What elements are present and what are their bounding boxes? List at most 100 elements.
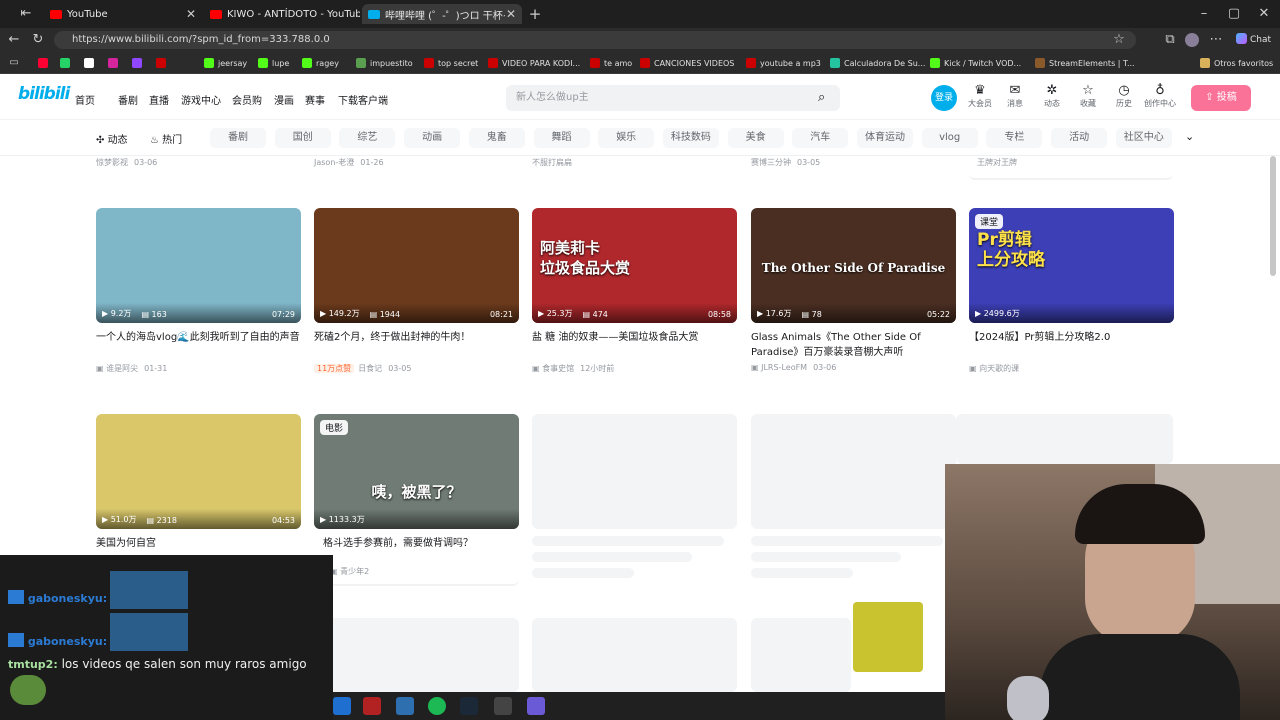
category-tab[interactable]: 综艺 [339, 128, 396, 148]
nav-item[interactable]: 首页 [75, 92, 95, 107]
nav-item[interactable]: 游戏中心 [181, 92, 221, 107]
category-tab[interactable]: 体育运动 [857, 128, 913, 148]
header-icon-item[interactable]: ✲ 动态 [1035, 84, 1069, 109]
bookmark-item[interactable]: te amo [590, 56, 632, 70]
obs-icon[interactable] [494, 697, 512, 715]
header-icon-item[interactable]: ✉ 消息 [998, 84, 1032, 109]
nav-item[interactable]: 直播 [149, 92, 169, 107]
profile-avatar[interactable] [1185, 33, 1199, 47]
bookmark-item[interactable]: StreamElements | T... [1035, 56, 1135, 70]
extensions-icon[interactable]: ⧉ [1162, 32, 1178, 48]
bookmark-item[interactable]: ragey [302, 56, 339, 70]
header-icon-item[interactable]: ♛ 大会员 [963, 84, 997, 109]
bookmark-item[interactable]: CANCIONES VIDEOS [640, 56, 734, 70]
close-icon[interactable]: ✕ [506, 7, 516, 21]
login-button[interactable]: 登录 [931, 85, 957, 111]
card-meta[interactable]: Jason-老澄 01-26 [314, 157, 384, 168]
search-icon[interactable]: ⌕ [818, 90, 825, 105]
bookmark-item[interactable] [60, 56, 74, 70]
category-tab[interactable]: 国创 [274, 128, 331, 148]
bookmark-item[interactable]: youtube a mp3 [746, 56, 821, 70]
apps-icon[interactable]: ▭ [6, 55, 22, 71]
category-tab[interactable]: 番剧 [210, 128, 266, 148]
upload-button[interactable]: ⇪ 投稿 [1191, 85, 1251, 111]
maximize-icon[interactable]: ▢ [1226, 6, 1242, 22]
nav-item[interactable]: 会员购 [232, 92, 262, 107]
bookmark-item[interactable] [132, 56, 146, 70]
video-title[interactable]: 一个人的海岛vlog🌊此刻我听到了自由的声音 [96, 330, 301, 345]
video-thumbnail[interactable]: ▶ 9.2万 ▤ 163 07:29 [96, 208, 301, 323]
video-master-icon[interactable] [363, 697, 381, 715]
bookmark-item[interactable]: Kick / Twitch VOD... [930, 56, 1021, 70]
bookmark-item[interactable]: Calculadora De Su... [830, 56, 925, 70]
bookmark-item[interactable]: jeersay [204, 56, 247, 70]
video-thumbnail[interactable]: ▶ 51.0万 ▤ 2318 04:53 [96, 414, 301, 529]
video-thumbnail[interactable]: The Other Side Of Paradise ▶ 17.6万 ▤ 78 05:… [751, 208, 956, 323]
url-input[interactable]: https://www.bilibili.com/?spm_id_from=33… [54, 31, 1136, 49]
steam-icon[interactable] [460, 697, 478, 715]
bookmark-item[interactable] [38, 56, 52, 70]
search-input[interactable]: 新人怎么做up主 [506, 85, 840, 111]
edge-icon[interactable] [333, 697, 351, 715]
nav-item[interactable]: 赛事 [305, 92, 325, 107]
category-tab[interactable]: 动画 [404, 128, 461, 148]
author-name[interactable]: JLRS-LeoFM [761, 363, 807, 372]
card-meta[interactable]: 不服打扁扁 [532, 157, 578, 168]
bilibili-logo[interactable]: bilibili [18, 84, 70, 104]
category-tab[interactable]: 娱乐 [598, 128, 655, 148]
category-tab[interactable]: 鬼畜 [468, 128, 525, 148]
nav-item[interactable]: 番剧 [118, 92, 138, 107]
back-icon[interactable]: ← [6, 32, 22, 48]
star-icon[interactable]: ☆ [1111, 32, 1127, 48]
header-icon-item[interactable]: ♁ 创作中心 [1143, 84, 1177, 109]
chevron-down-icon[interactable]: ⌄ [1185, 130, 1194, 143]
author-name[interactable]: 谁是阿尖 [106, 364, 138, 373]
category-tab[interactable]: 汽车 [792, 128, 849, 148]
bookmark-item[interactable] [156, 56, 170, 70]
bookmark-item[interactable] [84, 56, 98, 70]
header-icon-item[interactable]: ◷ 历史 [1107, 84, 1141, 109]
minimize-icon[interactable]: – [1196, 6, 1212, 22]
bookmark-item[interactable]: lupe [258, 56, 289, 70]
video-thumbnail[interactable]: ▶ 149.2万 ▤ 1944 08:21 [314, 208, 519, 323]
category-tab[interactable]: 专栏 [986, 128, 1043, 148]
tab-bilibili[interactable]: 哔哩哔哩 (゜-゜)つロ 干杯~-bilibili✕ [362, 4, 522, 24]
category-tab[interactable]: 美食 [727, 128, 784, 148]
author-name[interactable]: 向天歌的课 [979, 364, 1019, 373]
category-tab[interactable]: vlog [921, 128, 978, 148]
tab-actions-icon[interactable]: ⇤ [18, 6, 34, 22]
reload-icon[interactable]: ↻ [30, 32, 46, 48]
card-meta[interactable]: 赛博三分钟 03-05 [751, 157, 820, 168]
menu-icon[interactable]: ⋯ [1208, 32, 1224, 48]
video-thumbnail[interactable]: Pr剪辑 上分攻略 课堂 ▶ 2499.6万 [969, 208, 1174, 323]
copilot-chat-button[interactable]: Chat [1236, 33, 1271, 45]
scrollbar-thumb[interactable] [1270, 156, 1276, 276]
card-meta[interactable]: 惊梦影视 03-06 [96, 157, 157, 168]
other-bookmarks[interactable]: Otros favoritos [1200, 56, 1273, 70]
video-thumbnail[interactable]: 阿美莉卡 垃圾食品大赏 ▶ 25.3万 ▤ 474 08:58 [532, 208, 737, 323]
app-icon[interactable] [396, 697, 414, 715]
category-tab[interactable]: 社区中心 [1115, 128, 1172, 148]
spotify-icon[interactable] [428, 697, 446, 715]
author-name[interactable]: 食事史馆 [542, 364, 574, 373]
video-title[interactable]: 死磕2个月，终于做出封神的牛肉！ [314, 330, 519, 345]
video-title[interactable]: 美国为何自宫 [96, 536, 301, 551]
category-hot[interactable]: ♨ 热门 [150, 131, 182, 146]
nav-item[interactable]: 漫画 [274, 92, 294, 107]
video-title[interactable]: Glass Animals《The Other Side Of Paradise… [751, 330, 956, 360]
window-close-icon[interactable]: ✕ [1256, 6, 1272, 22]
tab-kiwo[interactable]: KIWO - ANTÍDOTO - YouTube✕ [204, 4, 360, 24]
author-name[interactable]: 日食记 [358, 364, 382, 373]
category-tab[interactable]: 舞蹈 [533, 128, 590, 148]
bookmark-item[interactable] [108, 56, 122, 70]
new-tab-button[interactable]: + [527, 6, 543, 22]
bookmark-item[interactable]: VIDEO PARA KODI... [488, 56, 580, 70]
video-title[interactable]: 盐 糖 油的奴隶——美国垃圾食品大赏 [532, 330, 737, 345]
header-icon-item[interactable]: ☆ 收藏 [1071, 84, 1105, 109]
bookmark-item[interactable]: top secret [424, 56, 478, 70]
category-tab[interactable]: 活动 [1051, 128, 1108, 148]
category-tab[interactable]: 科技数码 [662, 128, 719, 148]
close-icon[interactable]: ✕ [186, 7, 196, 21]
tab-youtube[interactable]: YouTube ✕ [44, 4, 202, 24]
discord-icon[interactable] [527, 697, 545, 715]
